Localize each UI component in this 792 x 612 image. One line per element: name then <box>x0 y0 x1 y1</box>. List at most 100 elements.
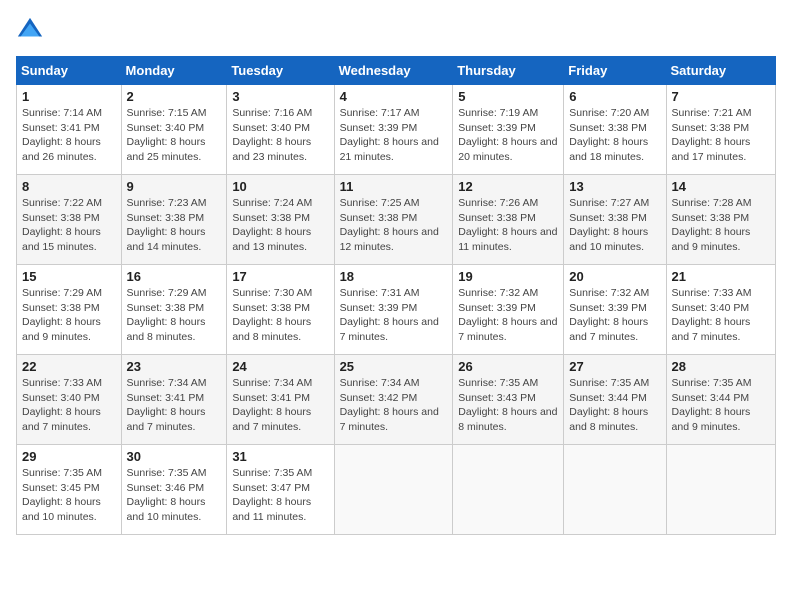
calendar-cell: 8Sunrise: 7:22 AMSunset: 3:38 PMDaylight… <box>17 175 122 265</box>
day-number: 15 <box>22 269 116 284</box>
calendar-week-row: 22 Sunrise: 7:33 AMSunset: 3:40 PMDayligh… <box>17 355 776 445</box>
calendar-cell <box>564 445 666 535</box>
calendar-header-friday: Friday <box>564 57 666 85</box>
day-info: Sunrise: 7:23 AMSunset: 3:38 PMDaylight:… <box>127 196 222 255</box>
calendar-cell: 13Sunrise: 7:27 AMSunset: 3:38 PMDayligh… <box>564 175 666 265</box>
calendar-cell: 17 Sunrise: 7:30 AMSunset: 3:38 PMDayligh… <box>227 265 334 355</box>
day-number: 26 <box>458 359 558 374</box>
day-number: 16 <box>127 269 222 284</box>
day-number: 7 <box>672 89 770 104</box>
calendar-week-row: 29 Sunrise: 7:35 AMSunset: 3:45 PMDayligh… <box>17 445 776 535</box>
calendar-cell: 10 Sunrise: 7:24 AMSunset: 3:38 PMDayligh… <box>227 175 334 265</box>
calendar-cell: 2Sunrise: 7:15 AMSunset: 3:40 PMDaylight… <box>121 85 227 175</box>
calendar-cell <box>453 445 564 535</box>
day-info: Sunrise: 7:35 AMSunset: 3:45 PMDaylight:… <box>22 466 116 525</box>
calendar-header-thursday: Thursday <box>453 57 564 85</box>
day-number: 25 <box>340 359 448 374</box>
day-info: Sunrise: 7:14 AMSunset: 3:41 PMDaylight:… <box>22 106 116 165</box>
calendar-cell <box>666 445 775 535</box>
calendar-header-monday: Monday <box>121 57 227 85</box>
day-number: 24 <box>232 359 328 374</box>
day-info: Sunrise: 7:30 AMSunset: 3:38 PMDaylight:… <box>232 286 328 345</box>
day-info: Sunrise: 7:33 AMSunset: 3:40 PMDaylight:… <box>672 286 770 345</box>
day-number: 17 <box>232 269 328 284</box>
day-info: Sunrise: 7:35 AMSunset: 3:47 PMDaylight:… <box>232 466 328 525</box>
day-info: Sunrise: 7:21 AMSunset: 3:38 PMDaylight:… <box>672 106 770 165</box>
day-info: Sunrise: 7:34 AMSunset: 3:42 PMDaylight:… <box>340 376 448 435</box>
calendar-cell: 21 Sunrise: 7:33 AMSunset: 3:40 PMDayligh… <box>666 265 775 355</box>
calendar-cell: 9Sunrise: 7:23 AMSunset: 3:38 PMDaylight… <box>121 175 227 265</box>
calendar-cell: 23Sunrise: 7:34 AMSunset: 3:41 PMDayligh… <box>121 355 227 445</box>
day-number: 31 <box>232 449 328 464</box>
calendar-cell: 22 Sunrise: 7:33 AMSunset: 3:40 PMDayligh… <box>17 355 122 445</box>
calendar-cell: 19 Sunrise: 7:32 AMSunset: 3:39 PMDayligh… <box>453 265 564 355</box>
day-info: Sunrise: 7:34 AMSunset: 3:41 PMDaylight:… <box>232 376 328 435</box>
calendar-cell: 20 Sunrise: 7:32 AMSunset: 3:39 PMDayligh… <box>564 265 666 355</box>
calendar-cell: 4 Sunrise: 7:17 AMSunset: 3:39 PMDaylight… <box>334 85 453 175</box>
calendar-cell: 26 Sunrise: 7:35 AMSunset: 3:43 PMDayligh… <box>453 355 564 445</box>
day-info: Sunrise: 7:31 AMSunset: 3:39 PMDaylight:… <box>340 286 448 345</box>
calendar-cell: 31 Sunrise: 7:35 AMSunset: 3:47 PMDayligh… <box>227 445 334 535</box>
calendar-table: SundayMondayTuesdayWednesdayThursdayFrid… <box>16 56 776 535</box>
day-number: 14 <box>672 179 770 194</box>
day-info: Sunrise: 7:19 AMSunset: 3:39 PMDaylight:… <box>458 106 558 165</box>
day-number: 2 <box>127 89 222 104</box>
day-info: Sunrise: 7:29 AMSunset: 3:38 PMDaylight:… <box>22 286 116 345</box>
calendar-cell: 30Sunrise: 7:35 AMSunset: 3:46 PMDayligh… <box>121 445 227 535</box>
calendar-cell: 14Sunrise: 7:28 AMSunset: 3:38 PMDayligh… <box>666 175 775 265</box>
calendar-header-row: SundayMondayTuesdayWednesdayThursdayFrid… <box>17 57 776 85</box>
calendar-cell: 11 Sunrise: 7:25 AMSunset: 3:38 PMDayligh… <box>334 175 453 265</box>
day-info: Sunrise: 7:22 AMSunset: 3:38 PMDaylight:… <box>22 196 116 255</box>
day-number: 10 <box>232 179 328 194</box>
calendar-cell: 24 Sunrise: 7:34 AMSunset: 3:41 PMDayligh… <box>227 355 334 445</box>
day-number: 21 <box>672 269 770 284</box>
logo <box>16 16 48 44</box>
day-number: 29 <box>22 449 116 464</box>
calendar-cell: 15 Sunrise: 7:29 AMSunset: 3:38 PMDayligh… <box>17 265 122 355</box>
day-info: Sunrise: 7:35 AMSunset: 3:43 PMDaylight:… <box>458 376 558 435</box>
calendar-week-row: 15 Sunrise: 7:29 AMSunset: 3:38 PMDayligh… <box>17 265 776 355</box>
calendar-header-saturday: Saturday <box>666 57 775 85</box>
day-info: Sunrise: 7:32 AMSunset: 3:39 PMDaylight:… <box>569 286 660 345</box>
day-info: Sunrise: 7:24 AMSunset: 3:38 PMDaylight:… <box>232 196 328 255</box>
day-number: 20 <box>569 269 660 284</box>
calendar-cell: 28Sunrise: 7:35 AMSunset: 3:44 PMDayligh… <box>666 355 775 445</box>
calendar-cell: 25 Sunrise: 7:34 AMSunset: 3:42 PMDayligh… <box>334 355 453 445</box>
calendar-week-row: 8Sunrise: 7:22 AMSunset: 3:38 PMDaylight… <box>17 175 776 265</box>
calendar-cell: 12 Sunrise: 7:26 AMSunset: 3:38 PMDayligh… <box>453 175 564 265</box>
calendar-cell: 5Sunrise: 7:19 AMSunset: 3:39 PMDaylight… <box>453 85 564 175</box>
day-info: Sunrise: 7:34 AMSunset: 3:41 PMDaylight:… <box>127 376 222 435</box>
day-info: Sunrise: 7:20 AMSunset: 3:38 PMDaylight:… <box>569 106 660 165</box>
day-info: Sunrise: 7:26 AMSunset: 3:38 PMDaylight:… <box>458 196 558 255</box>
day-number: 4 <box>340 89 448 104</box>
calendar-cell: 3Sunrise: 7:16 AMSunset: 3:40 PMDaylight… <box>227 85 334 175</box>
calendar-cell: 27 Sunrise: 7:35 AMSunset: 3:44 PMDayligh… <box>564 355 666 445</box>
day-info: Sunrise: 7:32 AMSunset: 3:39 PMDaylight:… <box>458 286 558 345</box>
day-number: 19 <box>458 269 558 284</box>
day-info: Sunrise: 7:29 AMSunset: 3:38 PMDaylight:… <box>127 286 222 345</box>
day-number: 27 <box>569 359 660 374</box>
calendar-week-row: 1 Sunrise: 7:14 AMSunset: 3:41 PMDaylight… <box>17 85 776 175</box>
day-info: Sunrise: 7:17 AMSunset: 3:39 PMDaylight:… <box>340 106 448 165</box>
day-info: Sunrise: 7:35 AMSunset: 3:44 PMDaylight:… <box>569 376 660 435</box>
logo-icon <box>16 16 44 44</box>
calendar-cell: 6 Sunrise: 7:20 AMSunset: 3:38 PMDaylight… <box>564 85 666 175</box>
day-info: Sunrise: 7:25 AMSunset: 3:38 PMDaylight:… <box>340 196 448 255</box>
day-info: Sunrise: 7:35 AMSunset: 3:46 PMDaylight:… <box>127 466 222 525</box>
day-number: 1 <box>22 89 116 104</box>
day-number: 28 <box>672 359 770 374</box>
calendar-cell <box>334 445 453 535</box>
day-number: 11 <box>340 179 448 194</box>
calendar-header-tuesday: Tuesday <box>227 57 334 85</box>
calendar-header-sunday: Sunday <box>17 57 122 85</box>
calendar-cell: 7 Sunrise: 7:21 AMSunset: 3:38 PMDaylight… <box>666 85 775 175</box>
calendar-body: 1 Sunrise: 7:14 AMSunset: 3:41 PMDaylight… <box>17 85 776 535</box>
day-info: Sunrise: 7:33 AMSunset: 3:40 PMDaylight:… <box>22 376 116 435</box>
day-number: 22 <box>22 359 116 374</box>
day-number: 6 <box>569 89 660 104</box>
page-header <box>16 16 776 44</box>
day-number: 18 <box>340 269 448 284</box>
day-info: Sunrise: 7:16 AMSunset: 3:40 PMDaylight:… <box>232 106 328 165</box>
calendar-cell: 18 Sunrise: 7:31 AMSunset: 3:39 PMDayligh… <box>334 265 453 355</box>
day-number: 12 <box>458 179 558 194</box>
